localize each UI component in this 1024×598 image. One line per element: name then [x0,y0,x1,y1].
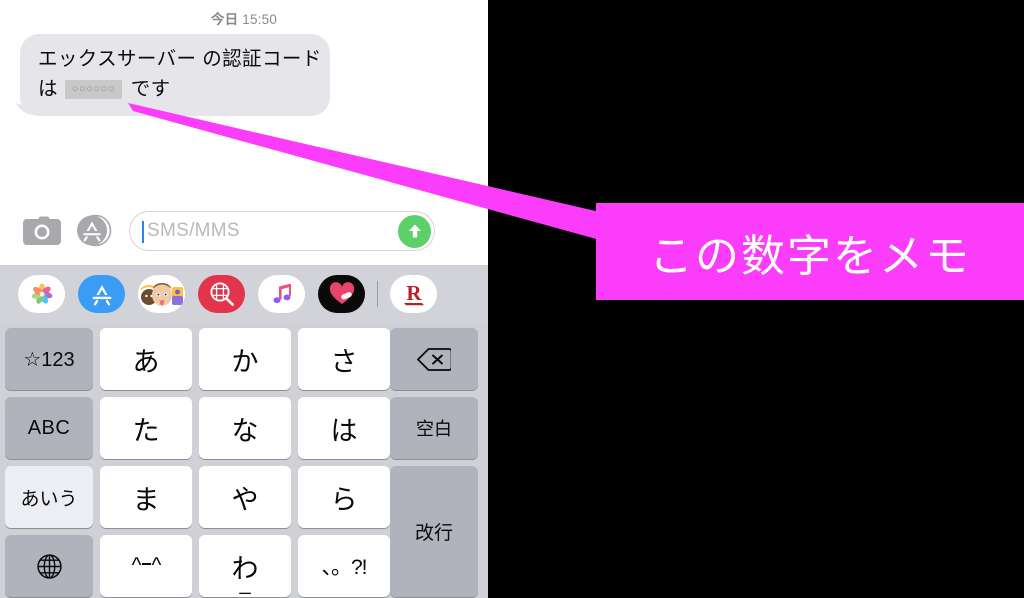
kaomoji-left-caret: ^ [131,554,142,577]
key-sa[interactable]: さ [298,328,390,390]
key-kaomoji[interactable]: ^ ^ [100,535,192,597]
key-ra[interactable]: ら [298,466,390,528]
annotation-banner: この数字をメモ [596,203,1024,300]
photos-app-icon[interactable] [18,274,65,313]
japanese-kana-keyboard: ☆123 あ か さ ABC た な は あいう ま や ら ^ ^ わ _ 、… [0,322,488,598]
images-search-app-icon[interactable] [198,274,245,313]
sms-input-placeholder: SMS/MMS [147,219,240,241]
conversation-area: 今日 15:50 エックスサーバー の認証コード は ○○○○○○ です [0,0,488,196]
key-kana-mode[interactable]: あいう [5,466,93,528]
phone-screenshot-panel: 今日 15:50 エックスサーバー の認証コード は ○○○○○○ です SMS… [0,0,488,598]
text-caret [142,220,145,243]
key-punctuation[interactable]: 、。?! [298,535,390,597]
keyboard-row-4: ^ ^ わ _ 、。?! [5,535,390,597]
rakuten-app-icon[interactable]: R [390,274,437,313]
kaomoji-right-caret: ^ [151,554,162,577]
bubble-tail [15,95,37,117]
send-button[interactable] [398,214,431,248]
app-store-icon[interactable] [74,211,114,251]
kaomoji-mouth [141,563,151,565]
keyboard-row-1: ☆123 あ か さ [5,328,390,390]
key-ha[interactable]: は [298,397,390,459]
arrow-up-icon [408,224,421,238]
key-space[interactable]: 空白 [390,397,478,459]
key-abc[interactable]: ABC [5,397,93,459]
camera-icon[interactable] [20,212,64,250]
message-bubble-incoming[interactable]: エックスサーバー の認証コード は ○○○○○○ です [16,34,330,116]
key-delete[interactable] [390,328,478,390]
globe-icon [36,553,62,579]
key-ta[interactable]: た [100,397,192,459]
key-wa[interactable]: わ _ [199,535,291,597]
redacted-auth-code: ○○○○○○ [64,79,122,99]
annotation-banner-text: この数字をメモ [649,230,971,282]
music-app-icon[interactable] [258,274,305,313]
digital-touch-app-icon[interactable] [318,274,365,313]
keyboard-right-column: 空白 改行 [390,328,478,597]
imessage-app-drawer: R [0,265,488,322]
key-ya[interactable]: や [199,466,291,528]
timestamp-day: 今日 [210,12,239,27]
memoji-stickers-app-icon[interactable] [138,274,185,313]
message-input-toolbar: SMS/MMS [0,196,488,265]
key-return[interactable]: 改行 [390,466,478,597]
app-drawer-separator [377,280,378,307]
sms-input-field[interactable]: SMS/MMS [129,210,435,251]
message-line-2-prefix: は [38,78,58,100]
message-line-1: エックスサーバー の認証コード [38,48,322,70]
key-globe[interactable] [5,535,93,597]
keyboard-row-2: ABC た な は [5,397,390,459]
key-symbols-123[interactable]: ☆123 [5,328,93,390]
timestamp-time: 15:50 [242,12,278,27]
key-wa-underscore: _ [239,573,251,595]
message-line-2: は ○○○○○○ です [38,74,314,104]
app-store-app-icon[interactable] [78,274,125,313]
svg-text:R: R [406,281,422,305]
key-a[interactable]: あ [100,328,192,390]
keyboard-row-3: あいう ま や ら [5,466,390,528]
key-ma[interactable]: ま [100,466,192,528]
key-na[interactable]: な [199,397,291,459]
delete-icon [417,347,451,371]
message-line-2-suffix: です [130,78,171,100]
key-ka[interactable]: か [199,328,291,390]
message-timestamp: 今日 15:50 [0,8,488,28]
